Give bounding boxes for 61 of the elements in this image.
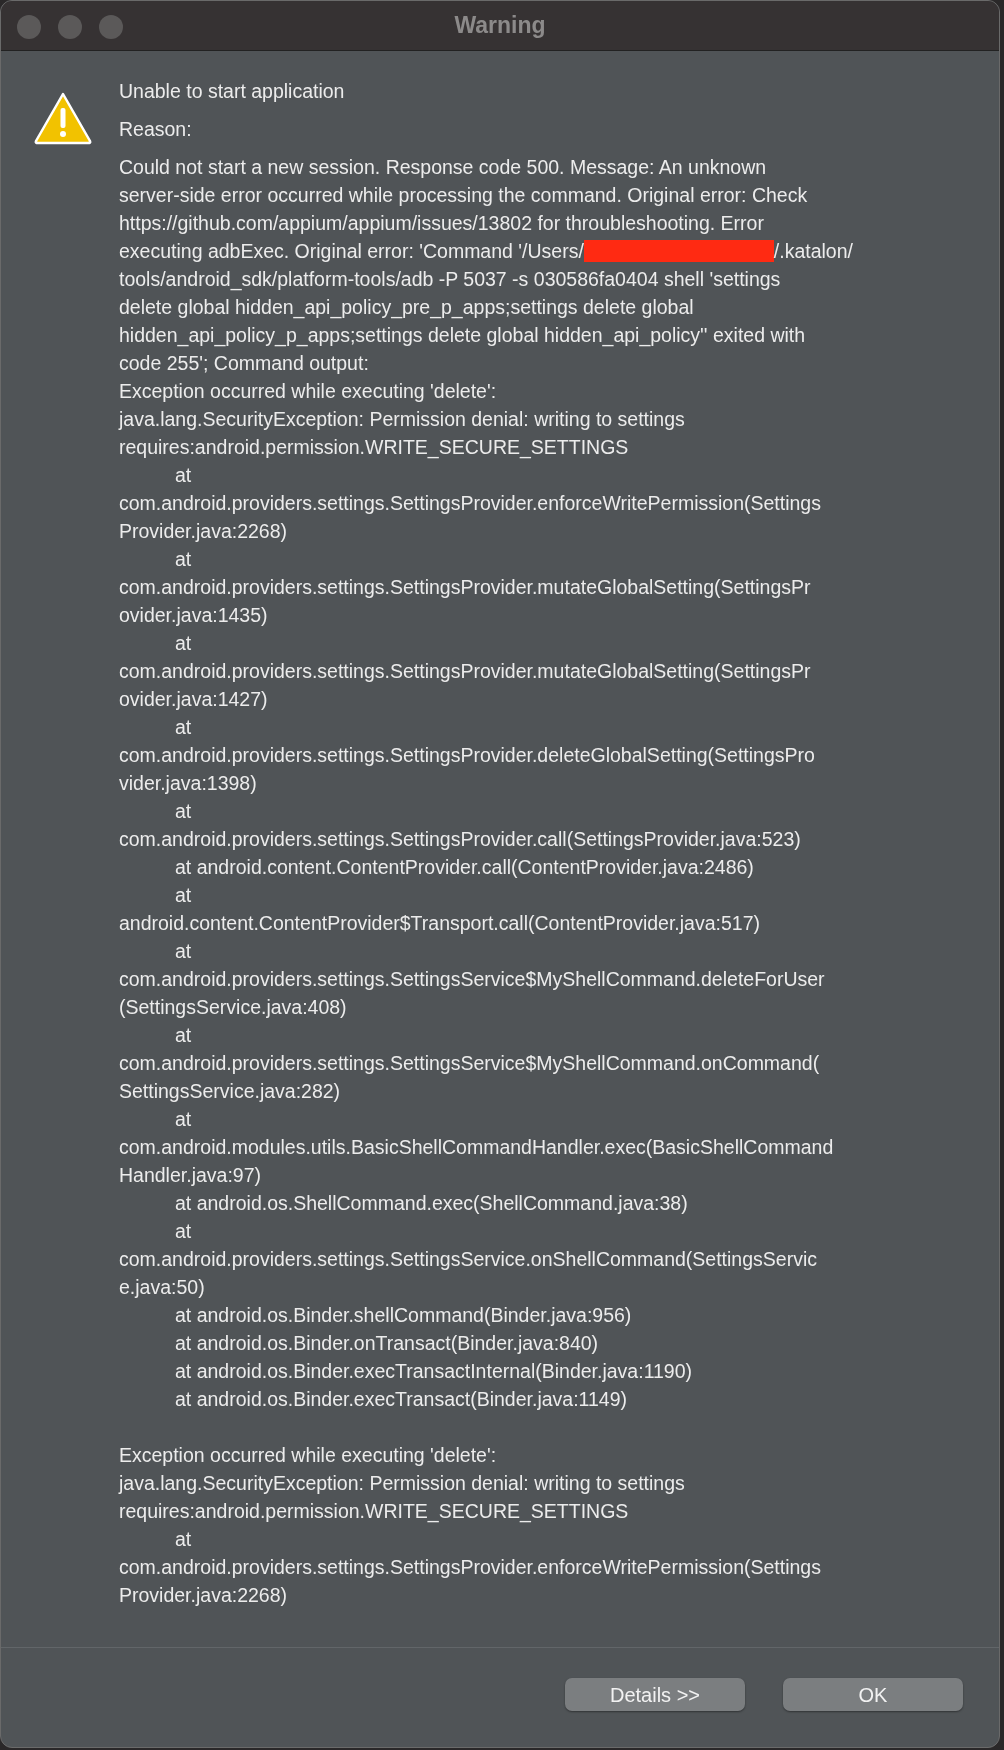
message-line: at xyxy=(175,547,192,572)
message-line: at android.os.Binder.shellCommand(Binder.java:956) xyxy=(175,1303,632,1328)
message-line: at xyxy=(175,1527,192,1552)
minimize-button[interactable] xyxy=(58,15,82,39)
message-line: requires:android.permission.WRITE_SECURE_SETTINGS xyxy=(119,435,630,461)
message-line: vider.java:1398) xyxy=(119,771,258,796)
message-line: Exception occurred while executing 'delete': xyxy=(119,379,498,404)
message-line: ovider.java:1435) xyxy=(119,603,269,628)
message-line: at android.content.ContentProvider.call(ContentProvider.java:2486) xyxy=(175,855,754,880)
message-line: tools/android_sdk/platform-tools/adb -P 5037 -s 030586fa0404 shell 'settings xyxy=(119,267,782,293)
message-line: (SettingsService.java:408) xyxy=(119,995,348,1020)
message-line: at xyxy=(175,1107,192,1132)
message-line: com.android.providers.settings.SettingsService$MyShellCommand.onCommand( xyxy=(119,1051,821,1076)
message-line: https://github.com/appium/appium/issues/13802 for throubleshooting. Error xyxy=(119,211,765,236)
message-line: android.content.ContentProvider$Transport.call(ContentProvider.java:517) xyxy=(119,911,761,936)
message-line: at android.os.Binder.onTransact(Binder.java:840) xyxy=(175,1331,599,1356)
message-line: com.android.providers.settings.SettingsProvider.enforceWritePermission(Settings xyxy=(119,491,822,516)
message-line: ovider.java:1427) xyxy=(119,687,269,712)
message-line: at xyxy=(175,883,192,908)
message-line: Exception occurred while executing 'delete': xyxy=(119,1443,498,1468)
message-line: java.lang.SecurityException: Permission denial: writing to settings xyxy=(119,1471,686,1496)
reason-label: Reason: xyxy=(119,117,193,142)
message-line: at android.os.Binder.execTransactInternal(Binder.java:1190) xyxy=(175,1359,693,1384)
message-line: SettingsService.java:282) xyxy=(119,1079,342,1104)
message-line: com.android.modules.utils.BasicShellCommandHandler.exec(BasicShellCommand xyxy=(119,1135,835,1160)
message-line: executing adbExec. Original error: 'Command '/Users/ xyxy=(119,239,584,264)
message-line: com.android.providers.settings.SettingsProvider.enforceWritePermission(Settings xyxy=(119,1555,822,1580)
message-line: requires:android.permission.WRITE_SECURE_SETTINGS xyxy=(119,1499,630,1525)
message-line: at xyxy=(175,463,192,488)
message-line: delete global hidden_api_policy_pre_p_apps;settings delete global xyxy=(119,295,695,321)
message-line: at xyxy=(175,631,192,656)
message-line: Could not start a new session. Response code 500. Message: An unknown xyxy=(119,155,768,180)
message-line: at android.os.Binder.execTransact(Binder.java:1149) xyxy=(175,1387,627,1412)
message-line: code 255'; Command output: xyxy=(119,351,370,376)
message-line: com.android.providers.settings.SettingsProvider.mutateGlobalSetting(SettingsPr xyxy=(119,659,812,684)
zoom-button[interactable] xyxy=(99,15,123,39)
message-line: com.android.providers.settings.SettingsProvider.deleteGlobalSetting(SettingsPro xyxy=(119,743,816,768)
message-line: /.katalon/ xyxy=(773,239,853,264)
error-heading: Unable to start application xyxy=(119,79,346,104)
message-line: hidden_api_policy_p_apps;settings delete global hidden_api_policy'' exited with xyxy=(119,323,807,349)
warning-icon xyxy=(33,91,93,145)
message-line: server-side error occurred while processing the command. Original error: Check xyxy=(119,183,809,208)
message-line: at xyxy=(175,939,192,964)
message-line: Provider.java:2268) xyxy=(119,1583,289,1608)
ok-button[interactable]: OK xyxy=(783,1678,963,1711)
message-line: at xyxy=(175,799,192,824)
message-line: e.java:50) xyxy=(119,1275,206,1300)
message-line: at android.os.ShellCommand.exec(ShellCommand.java:38) xyxy=(175,1191,688,1216)
message-line: at xyxy=(175,715,192,740)
message-line: com.android.providers.settings.SettingsService.onShellCommand(SettingsServic xyxy=(119,1247,818,1272)
message-line: java.lang.SecurityException: Permission denial: writing to settings xyxy=(119,407,686,432)
message-line: at xyxy=(175,1023,192,1048)
message-line: Handler.java:97) xyxy=(119,1163,262,1188)
message-line: at xyxy=(175,1219,192,1244)
message-line: com.android.providers.settings.SettingsProvider.call(SettingsProvider.java:523) xyxy=(119,827,802,852)
message-line: com.android.providers.settings.SettingsProvider.mutateGlobalSetting(SettingsPr xyxy=(119,575,812,600)
message-line: com.android.providers.settings.SettingsService$MyShellCommand.deleteForUser xyxy=(119,967,826,992)
details-button[interactable]: Details >> xyxy=(565,1678,745,1711)
window-title: Warning xyxy=(454,11,546,41)
close-button[interactable] xyxy=(17,15,41,39)
message-line: Provider.java:2268) xyxy=(119,519,289,544)
